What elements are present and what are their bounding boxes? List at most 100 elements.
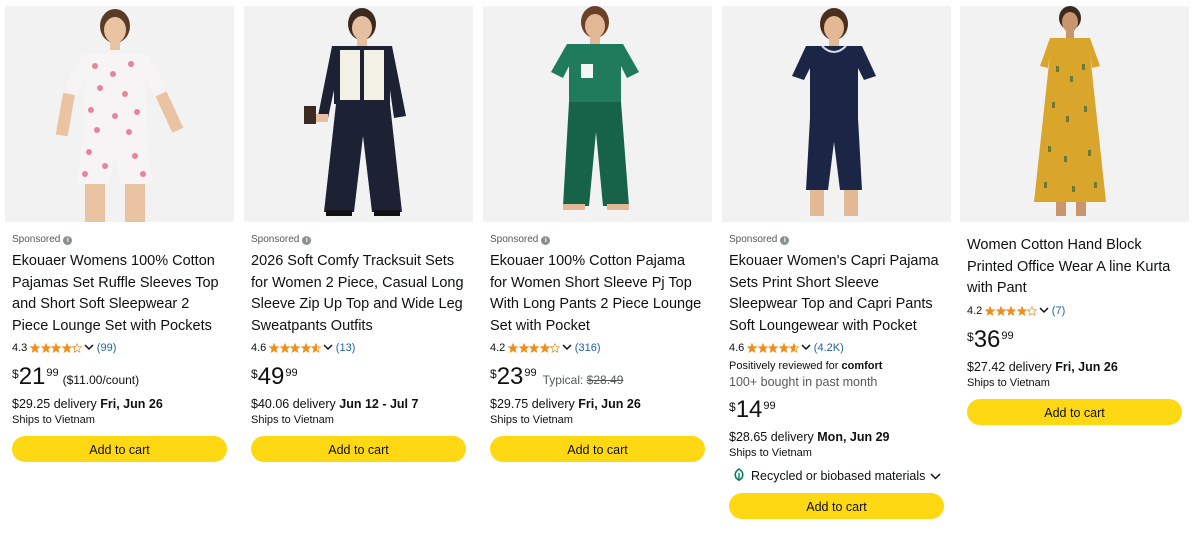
review-highlight-keyword: comfort xyxy=(841,360,883,372)
ships-to: Ships to Vietnam xyxy=(490,414,573,426)
add-to-cart-button[interactable]: Add to cart xyxy=(490,436,705,462)
star-icon xyxy=(757,343,768,353)
rating-value: 4.2 xyxy=(490,342,506,354)
price-fraction: 99 xyxy=(46,367,59,379)
product-card: Sponsored i Ekouaer 100% Cotton Pajama f… xyxy=(483,6,712,540)
sponsored-label[interactable]: Sponsored i xyxy=(490,233,705,247)
chevron-down-icon[interactable] xyxy=(323,342,333,354)
star-rating[interactable] xyxy=(269,343,322,353)
star-icon xyxy=(1027,305,1038,316)
delivery-date: Jun 12 - Jul 7 xyxy=(339,397,419,411)
star-rating[interactable] xyxy=(985,305,1038,316)
product-image[interactable] xyxy=(483,6,712,222)
chevron-down-icon[interactable] xyxy=(930,469,941,483)
review-count[interactable]: (7) xyxy=(1052,305,1065,317)
info-icon[interactable]: i xyxy=(541,235,551,245)
ships-to: Ships to Vietnam xyxy=(12,414,95,426)
product-title[interactable]: Women Cotton Hand Block Printed Office W… xyxy=(967,235,1182,300)
info-icon[interactable]: i xyxy=(780,235,790,245)
delivery-info: $29.25 delivery Fri, Jun 26 xyxy=(12,396,227,413)
price-whole: 14 xyxy=(735,396,763,423)
price[interactable]: $ 14 99 xyxy=(729,397,944,425)
ships-to: Ships to Vietnam xyxy=(729,447,812,459)
star-icon xyxy=(985,305,996,316)
recycled-badge[interactable]: Recycled or biobased materials xyxy=(729,467,944,485)
sponsored-label[interactable]: Sponsored i xyxy=(729,233,944,247)
product-title[interactable]: Ekouaer Womens 100% Cotton Pajamas Set R… xyxy=(12,251,227,337)
delivery-date: Fri, Jun 26 xyxy=(100,397,163,411)
price[interactable]: $ 23 99 Typical: $28.49 xyxy=(490,364,705,392)
sponsored-text: Sponsored xyxy=(12,234,61,245)
star-icon xyxy=(1016,305,1027,316)
review-count[interactable]: (316) xyxy=(575,342,601,354)
star-icon xyxy=(300,343,311,353)
delivery-info: $40.06 delivery Jun 12 - Jul 7 xyxy=(251,396,466,413)
star-rating[interactable] xyxy=(747,343,800,353)
rating-row: 4.2 (316) xyxy=(490,340,705,356)
unit-price: ($11.00/count) xyxy=(62,373,140,387)
star-icon xyxy=(995,305,1006,316)
ships-to: Ships to Vietnam xyxy=(967,376,1050,389)
review-highlight-prefix: Positively reviewed for xyxy=(729,360,839,372)
leaf-icon xyxy=(733,467,745,485)
typical-price: Typical: $28.49 xyxy=(543,373,624,387)
rating-row: 4.6 (4.2K) xyxy=(729,340,944,356)
info-icon[interactable]: i xyxy=(302,235,312,245)
review-count[interactable]: (4.2K) xyxy=(814,342,844,354)
star-icon xyxy=(72,343,83,353)
product-grid: Sponsored i Ekouaer Womens 100% Cotton P… xyxy=(0,0,1200,540)
star-rating[interactable] xyxy=(508,343,561,353)
chevron-down-icon[interactable] xyxy=(562,342,572,354)
chevron-down-icon[interactable] xyxy=(801,342,811,354)
bought-count: 100+ bought in past month xyxy=(729,375,878,389)
sponsored-text: Sponsored xyxy=(251,234,300,245)
typical-label: Typical: xyxy=(542,373,584,387)
price-whole: 49 xyxy=(257,363,285,390)
delivery-price: $29.25 delivery xyxy=(12,397,97,411)
delivery-date: Fri, Jun 26 xyxy=(578,397,641,411)
star-icon xyxy=(51,343,62,353)
delivery-info: $27.42 delivery Fri, Jun 26 xyxy=(967,359,1182,376)
star-icon xyxy=(30,343,41,353)
price-whole: 23 xyxy=(496,363,524,390)
info-icon[interactable]: i xyxy=(63,235,73,245)
delivery-info: $28.65 delivery Mon, Jun 29 xyxy=(729,429,944,446)
chevron-down-icon[interactable] xyxy=(1039,305,1049,317)
product-image[interactable] xyxy=(5,6,234,222)
rating-value: 4.3 xyxy=(12,342,28,354)
price[interactable]: $ 36 99 xyxy=(967,325,1182,355)
product-image[interactable] xyxy=(244,6,473,222)
rating-row: 4.3 (99) xyxy=(12,340,227,356)
delivery-date: Mon, Jun 29 xyxy=(817,430,890,444)
product-title[interactable]: Ekouaer Women's Capri Pajama Sets Print … xyxy=(729,251,944,337)
star-rating[interactable] xyxy=(30,343,83,353)
delivery-price: $27.42 delivery xyxy=(967,359,1052,374)
chevron-down-icon[interactable] xyxy=(84,342,94,354)
add-to-cart-button[interactable]: Add to cart xyxy=(251,436,466,462)
add-to-cart-button[interactable]: Add to cart xyxy=(729,493,944,519)
price[interactable]: $ 49 99 xyxy=(251,364,466,392)
star-icon xyxy=(1006,305,1017,316)
review-highlight: Positively reviewed for comfort xyxy=(729,359,944,374)
product-image[interactable] xyxy=(722,6,951,222)
delivery-price: $29.75 delivery xyxy=(490,397,575,411)
star-icon xyxy=(311,343,322,353)
price-symbol: $ xyxy=(729,400,736,414)
add-to-cart-button[interactable]: Add to cart xyxy=(967,398,1182,425)
typical-price-value: $28.49 xyxy=(586,373,624,387)
product-image[interactable] xyxy=(960,6,1189,222)
price-whole: 36 xyxy=(973,325,1001,353)
sponsored-label[interactable]: Sponsored i xyxy=(251,233,466,247)
star-icon xyxy=(508,343,519,353)
price[interactable]: $ 21 99 ($11.00/count) xyxy=(12,364,227,392)
add-to-cart-button[interactable]: Add to cart xyxy=(12,436,227,462)
review-count[interactable]: (13) xyxy=(336,342,356,354)
price-symbol: $ xyxy=(251,367,258,381)
product-title[interactable]: 2026 Soft Comfy Tracksuit Sets for Women… xyxy=(251,251,466,337)
delivery-price: $40.06 delivery xyxy=(251,397,336,411)
rating-value: 4.6 xyxy=(729,342,745,354)
sponsored-label[interactable]: Sponsored i xyxy=(12,233,227,247)
star-icon xyxy=(518,343,529,353)
product-title[interactable]: Ekouaer 100% Cotton Pajama for Women Sho… xyxy=(490,251,705,337)
review-count[interactable]: (99) xyxy=(97,342,117,354)
